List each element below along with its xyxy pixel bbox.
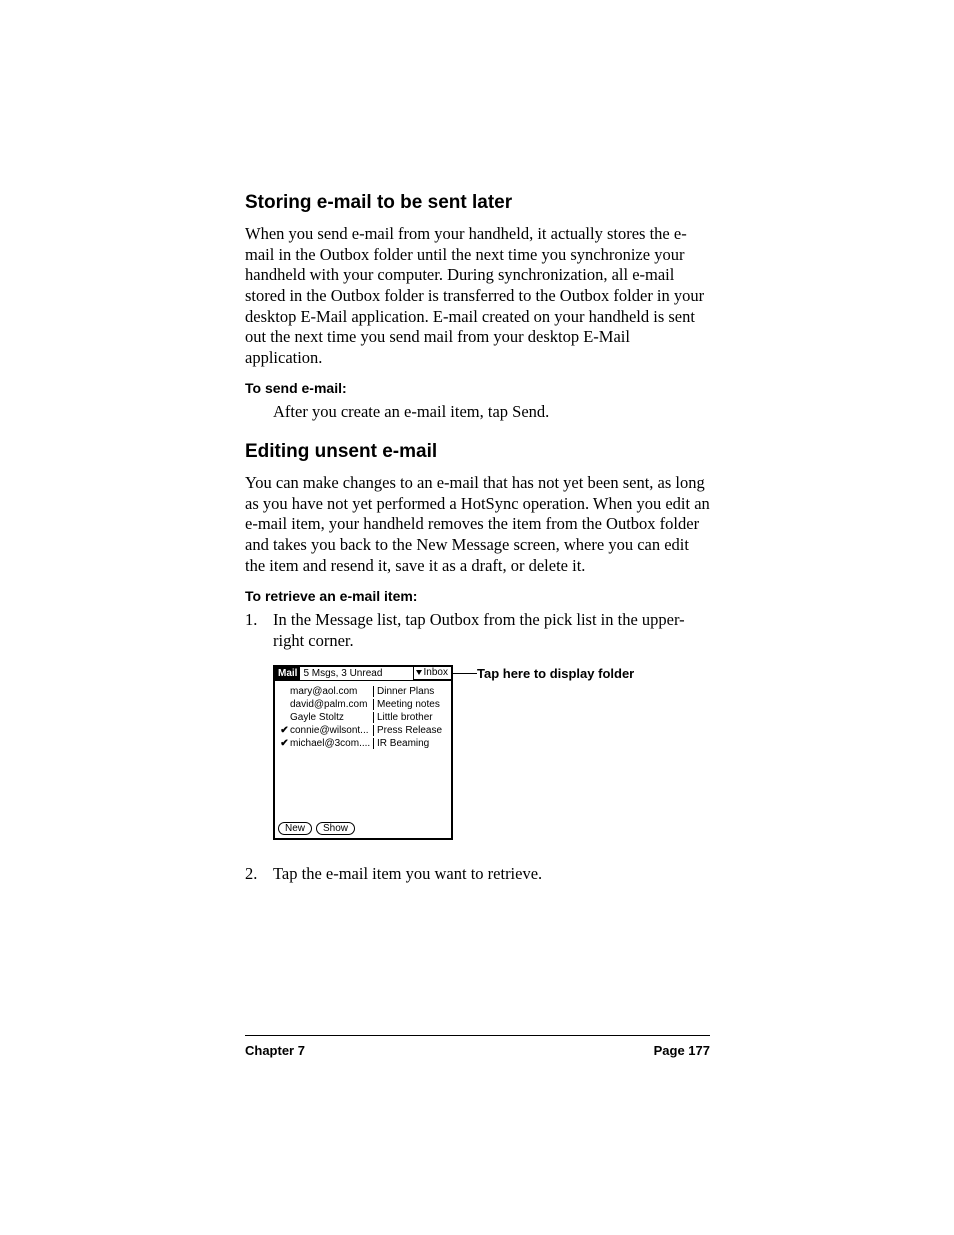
device-screen: Mail 5 Msgs, 3 Unread Inbox mary@aol.com… <box>273 665 453 840</box>
step-1-num: 1. <box>245 610 273 651</box>
figure-mail-list: Mail 5 Msgs, 3 Unread Inbox mary@aol.com… <box>273 665 710 840</box>
para-storing: When you send e-mail from your handheld,… <box>245 224 710 368</box>
folder-picklist[interactable]: Inbox <box>413 667 451 680</box>
chapter-label: Chapter 7 <box>245 1043 305 1058</box>
check-icon: ✔ <box>279 738 290 749</box>
mail-list: mary@aol.com Dinner Plans david@palm.com… <box>275 681 451 750</box>
app-name: Mail <box>275 667 300 680</box>
page-content: Storing e-mail to be sent later When you… <box>245 192 710 899</box>
callout-text: Tap here to display folder <box>477 666 634 681</box>
check-icon: ✔ <box>279 725 290 736</box>
from-cell: david@palm.com <box>290 699 374 710</box>
subject-cell: Meeting notes <box>374 699 440 710</box>
new-button[interactable]: New <box>278 822 312 835</box>
step-1: 1. In the Message list, tap Outbox from … <box>245 610 710 651</box>
folder-label: Inbox <box>424 667 448 678</box>
list-item[interactable]: ✔ michael@3com.... IR Beaming <box>279 737 447 750</box>
from-cell: Gayle Stoltz <box>290 712 374 723</box>
subject-cell: Press Release <box>374 725 442 736</box>
callout-leader-line <box>453 673 477 674</box>
device-titlebar: Mail 5 Msgs, 3 Unread Inbox <box>275 667 451 681</box>
label-to-retrieve: To retrieve an e-mail item: <box>245 588 710 604</box>
label-to-send: To send e-mail: <box>245 380 710 396</box>
msgs-status: 5 Msgs, 3 Unread <box>300 668 412 679</box>
subject-cell: Dinner Plans <box>374 686 434 697</box>
list-item[interactable]: david@palm.com Meeting notes <box>279 698 447 711</box>
list-item[interactable]: mary@aol.com Dinner Plans <box>279 685 447 698</box>
step-1-text: In the Message list, tap Outbox from the… <box>273 610 710 651</box>
step-2: 2. Tap the e-mail item you want to retri… <box>245 864 710 885</box>
chevron-down-icon <box>416 670 422 675</box>
subject-cell: Little brother <box>374 712 433 723</box>
step-2-text: Tap the e-mail item you want to retrieve… <box>273 864 710 885</box>
device-button-row: New Show <box>278 822 355 835</box>
list-item[interactable]: ✔ connie@wilsont... Press Release <box>279 724 447 737</box>
para-editing: You can make changes to an e-mail that h… <box>245 473 710 576</box>
from-cell: mary@aol.com <box>290 686 374 697</box>
show-button[interactable]: Show <box>316 822 355 835</box>
step-2-num: 2. <box>245 864 273 885</box>
from-cell: michael@3com.... <box>290 738 374 749</box>
subject-cell: IR Beaming <box>374 738 429 749</box>
footer: Chapter 7 Page 177 <box>245 1043 710 1058</box>
heading-storing: Storing e-mail to be sent later <box>245 192 710 214</box>
footer-rule <box>245 1035 710 1036</box>
from-cell: connie@wilsont... <box>290 725 374 736</box>
heading-editing: Editing unsent e-mail <box>245 441 710 463</box>
list-item[interactable]: Gayle Stoltz Little brother <box>279 711 447 724</box>
page-number: Page 177 <box>654 1043 710 1058</box>
text-after-create: After you create an e-mail item, tap Sen… <box>273 402 710 423</box>
